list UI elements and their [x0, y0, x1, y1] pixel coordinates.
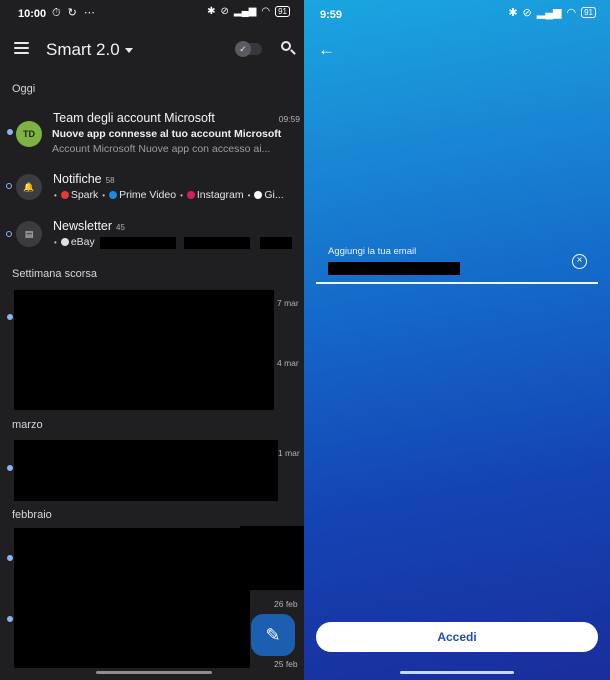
login-screen: 9:59 ✱ ⊘ ▂▄▆ ◠ 91 ← Aggiungi la tua emai…	[304, 0, 610, 680]
unread-dot	[6, 231, 12, 237]
wifi-icon: ◠	[566, 7, 577, 19]
prime-video-icon	[109, 191, 118, 199]
github-icon	[254, 191, 263, 199]
bluetooth-icon: ✱	[207, 6, 216, 17]
battery-icon: 91	[581, 7, 596, 18]
redacted-chip	[100, 237, 176, 249]
status-time: 10:00	[18, 8, 47, 20]
unread-dot	[7, 555, 13, 561]
message-preview: Account Microsoft Nuove app con accesso …	[52, 143, 271, 155]
list-item[interactable]: ▤ Newsletter 45 • eBay	[0, 218, 304, 254]
unread-dot	[7, 465, 13, 471]
message-count: 45	[116, 223, 125, 232]
home-indicator[interactable]	[400, 671, 514, 674]
menu-icon[interactable]	[14, 42, 29, 54]
back-arrow-icon[interactable]: ←	[318, 40, 335, 60]
unread-dot	[7, 314, 13, 320]
redacted-chip	[260, 237, 292, 249]
signal-icon: ▂▄▆	[233, 6, 257, 17]
message-date: 7 mar	[277, 298, 299, 308]
home-indicator[interactable]	[96, 671, 212, 674]
email-input[interactable]	[328, 262, 460, 275]
unread-dot	[7, 129, 13, 135]
list-item[interactable]: 🔔 Notifiche 58 • Spark • Prime Video • In…	[0, 170, 304, 206]
list-item[interactable]: TD Team degli account Microsoft 09:59 Nu…	[0, 108, 304, 160]
vibrate-off-icon: ⊘	[220, 6, 229, 17]
sender-name: Notifiche	[53, 172, 102, 186]
chip-label: Spark	[70, 189, 99, 201]
signal-icon: ▂▄▆	[536, 7, 562, 19]
instagram-icon	[186, 191, 195, 199]
redacted-message[interactable]	[14, 528, 250, 670]
redacted-chip	[184, 237, 250, 249]
redacted-message	[240, 526, 304, 590]
account-switcher[interactable]: Smart 2.0	[46, 40, 133, 60]
email-field-label: Aggiungi la tua email	[328, 246, 417, 257]
chip-label: Gi...	[264, 189, 284, 201]
vibrate-off-icon: ⊘	[522, 7, 532, 19]
message-date: 26 feb	[274, 599, 298, 609]
redacted-message[interactable]	[14, 290, 274, 410]
unread-dot	[6, 183, 12, 189]
avatar: TD	[16, 121, 42, 147]
section-february: febbraio	[12, 509, 52, 521]
message-count: 58	[105, 176, 115, 185]
status-time: 9:59	[320, 9, 343, 21]
bluetooth-icon: ✱	[508, 7, 518, 19]
compose-button[interactable]: ✎	[251, 614, 295, 656]
message-time: 09:59	[278, 114, 300, 124]
newsletter-icon: ▤	[16, 221, 42, 247]
message-date: 1 mar	[278, 448, 300, 458]
sender-name: Team degli account Microsoft	[53, 111, 215, 125]
chip-label: Instagram	[196, 189, 244, 201]
smart-inbox-toggle[interactable]: ✓	[235, 41, 262, 57]
status-notification-icons: ⏱ ↻ ⋯	[52, 7, 97, 19]
chip-label: Prime Video	[119, 189, 177, 201]
mail-app-screen: 10:00 ⏱ ↻ ⋯ ✱ ⊘ ▂▄▆ ◠ 91 Smart 2.0 ✓ Ogg…	[0, 0, 304, 680]
chevron-down-icon	[124, 48, 133, 54]
section-march: marzo	[12, 419, 43, 431]
app-bar: Smart 2.0 ✓	[0, 32, 304, 68]
email-field-underline	[316, 282, 598, 284]
gesture-bar	[0, 668, 304, 680]
clear-icon[interactable]: ×	[572, 254, 587, 269]
sender-name: Newsletter	[53, 219, 113, 233]
bell-icon: 🔔	[16, 174, 42, 200]
pencil-icon: ✎	[265, 625, 281, 645]
ebay-icon	[60, 238, 69, 246]
sign-in-button[interactable]: Accedi	[316, 622, 598, 652]
app-title: Smart 2.0	[46, 40, 120, 59]
message-date: 4 mar	[277, 358, 299, 368]
chip-label: eBay	[70, 236, 95, 248]
message-subject: Nuove app connesse al tuo account Micros…	[52, 128, 282, 140]
status-bar: 10:00 ⏱ ↻ ⋯ ✱ ⊘ ▂▄▆ ◠ 91	[0, 0, 304, 28]
wifi-icon: ◠	[261, 6, 271, 17]
search-icon[interactable]	[281, 41, 296, 55]
redacted-message[interactable]	[14, 440, 278, 501]
section-last-week: Settimana scorsa	[12, 268, 97, 280]
check-icon: ✓	[235, 41, 251, 57]
unread-dot	[7, 616, 13, 622]
spark-icon	[60, 191, 69, 199]
section-today: Oggi	[12, 83, 36, 95]
battery-icon: 91	[275, 6, 290, 17]
